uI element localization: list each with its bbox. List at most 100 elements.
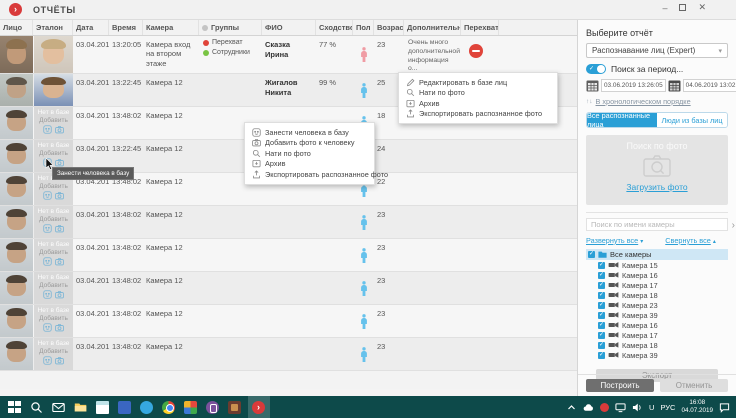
- menu-item[interactable]: Редактировать в базе лиц: [399, 77, 557, 88]
- taskbar-photos-icon[interactable]: [184, 400, 197, 414]
- add-photo-icon[interactable]: [55, 323, 64, 332]
- add-person-icon[interactable]: [43, 323, 52, 332]
- minimize-button[interactable]: –: [662, 3, 667, 13]
- checkbox-checked[interactable]: ✓: [598, 261, 605, 269]
- add-person-icon[interactable]: [43, 191, 52, 200]
- add-photo-icon[interactable]: [55, 356, 64, 365]
- column-header-7[interactable]: Сходство: [316, 20, 353, 35]
- checkbox-checked[interactable]: ✓: [598, 311, 605, 319]
- taskbar-viber-icon[interactable]: [206, 400, 219, 414]
- camera-tree-item[interactable]: ✓ Камера 16: [586, 320, 728, 330]
- column-header-1[interactable]: Эталон: [33, 20, 73, 35]
- column-header-5[interactable]: Группы: [199, 20, 262, 35]
- add-photo-icon[interactable]: [55, 257, 64, 266]
- calendar-icon[interactable]: [586, 79, 599, 92]
- column-header-4[interactable]: Камера: [143, 20, 199, 35]
- period-toggle[interactable]: [586, 64, 606, 74]
- checkbox-checked[interactable]: ✓: [598, 341, 605, 349]
- chronological-order-link[interactable]: ↑↓ В хронологическом порядке: [586, 97, 728, 106]
- taskbar-browser-icon[interactable]: [162, 400, 175, 414]
- table-row[interactable]: Нет в базеДобавить03.04.201913:48:02Каме…: [0, 338, 577, 371]
- checkbox-checked[interactable]: ✓: [598, 271, 605, 279]
- table-row[interactable]: Нет в базеДобавить03.04.201913:48:02Каме…: [0, 206, 577, 239]
- column-header-8[interactable]: Пол: [353, 20, 374, 35]
- cancel-button[interactable]: Отменить: [660, 379, 728, 392]
- add-photo-icon[interactable]: [55, 290, 64, 299]
- camera-tree-item[interactable]: ✓ Камера 18: [586, 340, 728, 350]
- notifications-icon[interactable]: [719, 402, 730, 413]
- menu-item[interactable]: Экспортировать распознанное фото: [399, 109, 557, 120]
- menu-item[interactable]: Нати по фото: [399, 88, 557, 99]
- collapse-all-link[interactable]: Свернуть все ▴: [665, 236, 716, 245]
- camera-tree-item[interactable]: ✓ Камера 17: [586, 280, 728, 290]
- report-type-select[interactable]: Распознавание лиц (Expert) ▾: [586, 43, 728, 58]
- camera-tree-item[interactable]: ✓ Камера 18: [586, 290, 728, 300]
- tab-people-from-db[interactable]: Люди из базы лиц: [657, 113, 727, 127]
- checkbox-checked[interactable]: ✓: [598, 321, 605, 329]
- add-person-icon[interactable]: [43, 290, 52, 299]
- language-indicator[interactable]: РУС: [660, 402, 675, 413]
- taskbar-app-blue-icon[interactable]: [118, 400, 131, 414]
- column-header-0[interactable]: Лицо: [0, 20, 33, 35]
- taskbar-app-brown-icon[interactable]: [228, 400, 241, 414]
- camera-tree-item[interactable]: ✓ Камера 15: [586, 260, 728, 270]
- add-person-icon[interactable]: [43, 125, 52, 134]
- date-from-input[interactable]: 03.06.2019 13:26:05: [601, 79, 666, 92]
- column-header-3[interactable]: Время: [109, 20, 143, 35]
- menu-item[interactable]: Добавить фото к человеку: [245, 138, 374, 149]
- table-row[interactable]: Нет в базеДобавить03.04.201913:48:02Каме…: [0, 239, 577, 272]
- cloud-icon[interactable]: [583, 402, 594, 413]
- taskbar-face-app-icon[interactable]: [247, 396, 270, 418]
- add-photo-icon[interactable]: [55, 125, 64, 134]
- camera-tree-item[interactable]: ✓ Камера 17: [586, 330, 728, 340]
- column-header-2[interactable]: Дата: [73, 20, 109, 35]
- build-button[interactable]: Построить: [586, 379, 654, 392]
- add-person-icon[interactable]: [43, 257, 52, 266]
- add-photo-icon[interactable]: [55, 158, 64, 167]
- checkbox-checked[interactable]: ✓: [598, 331, 605, 339]
- taskbar-calculator-icon[interactable]: [96, 400, 109, 414]
- camera-tree-item[interactable]: ✓ Камера 39: [586, 310, 728, 320]
- checkbox-checked[interactable]: ✓: [598, 301, 605, 309]
- checkbox-checked[interactable]: ✓: [598, 291, 605, 299]
- checkbox-checked[interactable]: ✓: [588, 251, 595, 258]
- column-header-6[interactable]: ФИО: [262, 20, 316, 35]
- tray-expand-icon[interactable]: [566, 402, 577, 413]
- camera-name-search-input[interactable]: Поиск по имени камеры: [586, 218, 728, 231]
- clock[interactable]: 16:08 04.07.2019: [681, 399, 713, 416]
- tab-all-recognized-faces[interactable]: Все распознанные лица: [587, 113, 657, 127]
- expand-all-link[interactable]: Развернуть все ▾: [586, 236, 643, 245]
- menu-item[interactable]: Нати по фото: [245, 148, 374, 159]
- column-header-11[interactable]: Перехват: [461, 20, 499, 35]
- taskbar-app-circle-icon[interactable]: [140, 400, 153, 414]
- collapse-panel-arrow[interactable]: ›: [732, 220, 735, 231]
- add-photo-icon[interactable]: [55, 224, 64, 233]
- checkbox-checked[interactable]: ✓: [598, 351, 605, 359]
- maximize-button[interactable]: [679, 4, 687, 11]
- input-indicator[interactable]: U: [649, 402, 654, 413]
- close-button[interactable]: ✕: [698, 2, 706, 13]
- camera-tree-item[interactable]: ✓ Камера 16: [586, 270, 728, 280]
- taskbar-explorer-icon[interactable]: [74, 401, 87, 414]
- calendar-icon[interactable]: [668, 79, 681, 92]
- menu-item[interactable]: Архив: [399, 98, 557, 109]
- upload-photo-link[interactable]: Загрузить фото: [626, 182, 687, 192]
- checkbox-checked[interactable]: ✓: [598, 281, 605, 289]
- menu-item[interactable]: Занести человека в базу: [245, 127, 374, 138]
- table-row[interactable]: Нет в базеДобавить03.04.201913:48:02Каме…: [0, 272, 577, 305]
- taskbar-start-icon[interactable]: [8, 400, 14, 407]
- volume-icon[interactable]: [632, 402, 643, 413]
- camera-tree-item[interactable]: ✓ Камера 23: [586, 300, 728, 310]
- face-app-tray-icon[interactable]: [600, 402, 610, 412]
- network-icon[interactable]: [615, 402, 626, 413]
- menu-item[interactable]: Архив: [245, 159, 374, 170]
- column-header-10[interactable]: Дополнительно: [404, 20, 461, 35]
- add-person-icon[interactable]: [43, 356, 52, 365]
- menu-item[interactable]: Экспортировать распознанное фото: [245, 169, 388, 180]
- table-row[interactable]: 03.04.201913:20:05 Камера вход на втором …: [0, 36, 577, 74]
- taskbar-mail-icon[interactable]: [52, 401, 65, 414]
- column-header-9[interactable]: Возраст: [374, 20, 404, 35]
- add-person-icon[interactable]: [43, 224, 52, 233]
- date-to-input[interactable]: 04.06.2019 13:02:40: [682, 79, 736, 92]
- table-row[interactable]: Нет в базеДобавить03.04.201913:48:02Каме…: [0, 305, 577, 338]
